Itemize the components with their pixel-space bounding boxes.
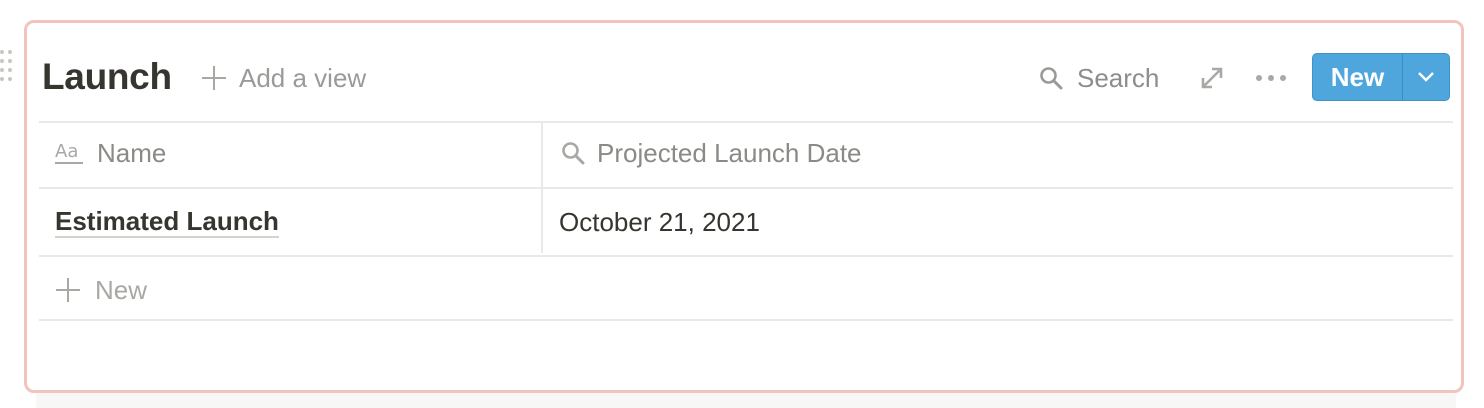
table-row[interactable]: Estimated Launch [55,189,279,255]
row-date-value: October 21, 2021 [559,206,760,237]
database-title[interactable]: Launch [42,54,172,100]
database-block: Launch Add a view Search New Aa Name Pro… [24,20,1464,393]
search-icon [562,142,585,165]
add-row-button[interactable]: New [55,257,147,323]
row-name-cell[interactable]: Estimated Launch [55,206,279,238]
add-view-label: Add a view [239,62,367,93]
expand-icon[interactable] [1199,65,1225,91]
column-header-label: Projected Launch Date [597,137,862,168]
search-icon [1040,67,1063,90]
drag-handle-icon[interactable] [0,50,16,82]
column-header-label: Name [97,137,167,168]
chevron-down-icon [1418,72,1434,82]
column-header-name[interactable]: Aa Name [55,121,166,185]
plus-icon [201,65,227,91]
search-button[interactable]: Search [1039,61,1159,95]
more-options-icon[interactable] [1254,67,1288,89]
add-row-label: New [95,274,148,305]
column-header-projected-launch-date[interactable]: Projected Launch Date [561,121,862,185]
add-view-button[interactable]: Add a view [201,61,366,95]
svg-text:Aa: Aa [55,141,78,162]
row-date-cell[interactable]: October 21, 2021 [559,189,760,255]
new-button-group: New [1312,53,1450,101]
search-label: Search [1077,62,1160,93]
plus-icon [55,277,81,303]
text-property-icon: Aa [55,141,83,164]
table-bottom-divider [39,319,1453,321]
new-button[interactable]: New [1313,54,1403,100]
row-divider [39,255,1453,257]
new-dropdown-button[interactable] [1403,54,1449,100]
